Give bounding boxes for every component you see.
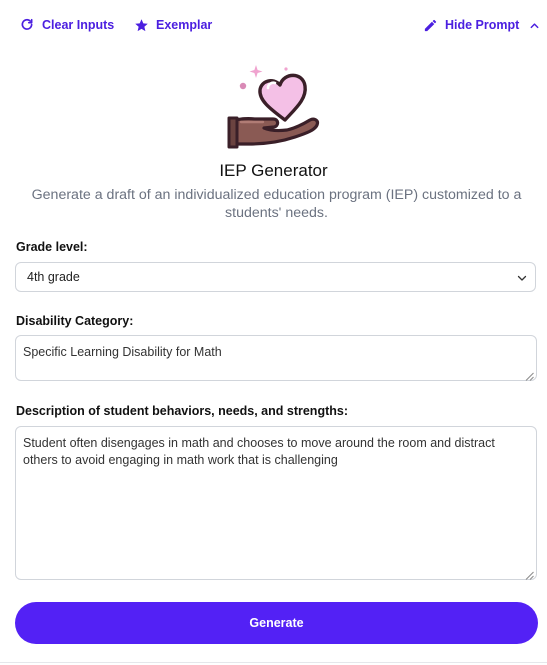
toolbar: Clear Inputs Exemplar Hide Prompt (0, 0, 547, 50)
description-label: Description of student behaviors, needs,… (16, 404, 348, 418)
generate-label: Generate (249, 616, 304, 630)
hide-prompt-button[interactable]: Hide Prompt (422, 16, 540, 34)
resize-handle-icon[interactable] (525, 568, 534, 580)
tool-title: IEP Generator (219, 161, 328, 180)
heart-hand-icon (221, 62, 325, 154)
hide-prompt-label: Hide Prompt (445, 18, 520, 32)
disability-category-label: Disability Category: (16, 314, 134, 328)
chevron-down-icon (516, 272, 528, 284)
iep-generator-page: Clear Inputs Exemplar Hide Prompt IEP Ge… (0, 0, 547, 665)
pencil-icon (422, 17, 438, 33)
description-input[interactable]: Student often disengages in math and cho… (15, 426, 537, 580)
refresh-icon (19, 17, 35, 33)
exemplar-label: Exemplar (156, 18, 213, 32)
star-icon (133, 17, 149, 33)
tool-description: Generate a draft of an individualized ed… (31, 187, 522, 221)
grade-level-select[interactable]: 4th grade (15, 262, 536, 292)
resize-handle-icon[interactable] (525, 369, 534, 381)
disability-category-value: Specific Learning Disability for Math (23, 345, 222, 359)
description-value: Student often disengages in math and cho… (23, 436, 495, 467)
grade-level-value: 4th grade (27, 270, 80, 284)
grade-level-label: Grade level: (16, 240, 88, 254)
divider (0, 662, 547, 663)
chevron-up-icon (528, 17, 540, 33)
clear-inputs-label: Clear Inputs (42, 18, 115, 32)
generate-button[interactable]: Generate (15, 602, 538, 644)
exemplar-button[interactable]: Exemplar (133, 16, 212, 34)
disability-category-input[interactable]: Specific Learning Disability for Math (15, 335, 537, 381)
clear-inputs-button[interactable]: Clear Inputs (19, 16, 114, 34)
